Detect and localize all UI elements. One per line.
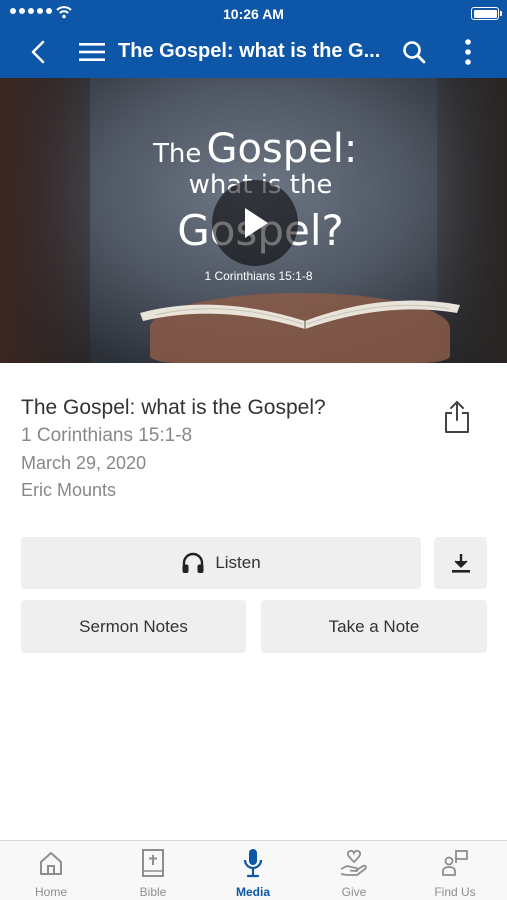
status-time: 10:26 AM (223, 6, 284, 22)
tab-media[interactable]: Media (203, 847, 303, 900)
bottom-tab-bar: Home Bible Media Give Find Us (0, 840, 507, 900)
play-icon (245, 208, 268, 238)
give-icon (340, 849, 367, 876)
sermon-speaker: Eric Mounts (21, 480, 117, 500)
sermon-date: March 29, 2020 (21, 453, 147, 473)
sermon-scripture: 1 Corinthians 15:1-8 (21, 425, 193, 446)
play-button[interactable] (212, 180, 298, 266)
tab-bible[interactable]: Bible (103, 847, 203, 900)
hero-scripture-reference: 1 Corinthians 15:1-8 (204, 269, 313, 283)
page-title: The Gospel: what is the G... (118, 40, 381, 62)
status-bar: 10:26 AM (0, 0, 507, 26)
home-icon (40, 852, 62, 875)
tab-give-label: Give (341, 885, 367, 899)
open-book-graphic (140, 300, 460, 329)
search-icon (403, 41, 426, 64)
battery-icon (471, 7, 502, 20)
more-options-button[interactable] (454, 38, 482, 66)
nav-bar: The Gospel: what is the G... (0, 26, 507, 78)
find-us-icon (442, 850, 468, 876)
chevron-left-icon (31, 40, 45, 64)
tab-media-label: Media (235, 885, 270, 899)
sermon-info: The Gospel: what is the Gospel? 1 Corint… (21, 396, 441, 501)
search-button[interactable] (400, 38, 428, 66)
tab-give[interactable]: Give (304, 847, 404, 900)
sermon-video-thumbnail[interactable]: The Gospel: what is the Gospel? 1 Corint… (0, 78, 507, 363)
tab-find-us[interactable]: Find Us (405, 847, 505, 900)
more-vertical-icon (465, 39, 471, 65)
headphones-icon (182, 552, 204, 573)
tab-find-us-label: Find Us (434, 885, 476, 899)
hamburger-icon (79, 43, 105, 61)
microphone-icon (243, 849, 263, 878)
tab-home-label: Home (34, 885, 67, 899)
download-button[interactable] (434, 537, 487, 589)
download-icon (451, 554, 470, 573)
bible-icon (142, 849, 164, 877)
tab-bible-label: Bible (139, 885, 167, 899)
take-a-note-button[interactable]: Take a Note (261, 600, 487, 653)
hero-title-line-1: The Gospel: (153, 126, 358, 172)
listen-label: Listen (215, 553, 261, 572)
sermon-notes-button[interactable]: Sermon Notes (21, 600, 246, 653)
tab-home[interactable]: Home (1, 847, 101, 900)
listen-button[interactable]: Listen (21, 537, 421, 589)
sermon-title: The Gospel: what is the Gospel? (21, 396, 326, 419)
back-button[interactable] (24, 38, 52, 66)
menu-button[interactable] (78, 38, 106, 66)
share-icon[interactable] (443, 400, 471, 434)
